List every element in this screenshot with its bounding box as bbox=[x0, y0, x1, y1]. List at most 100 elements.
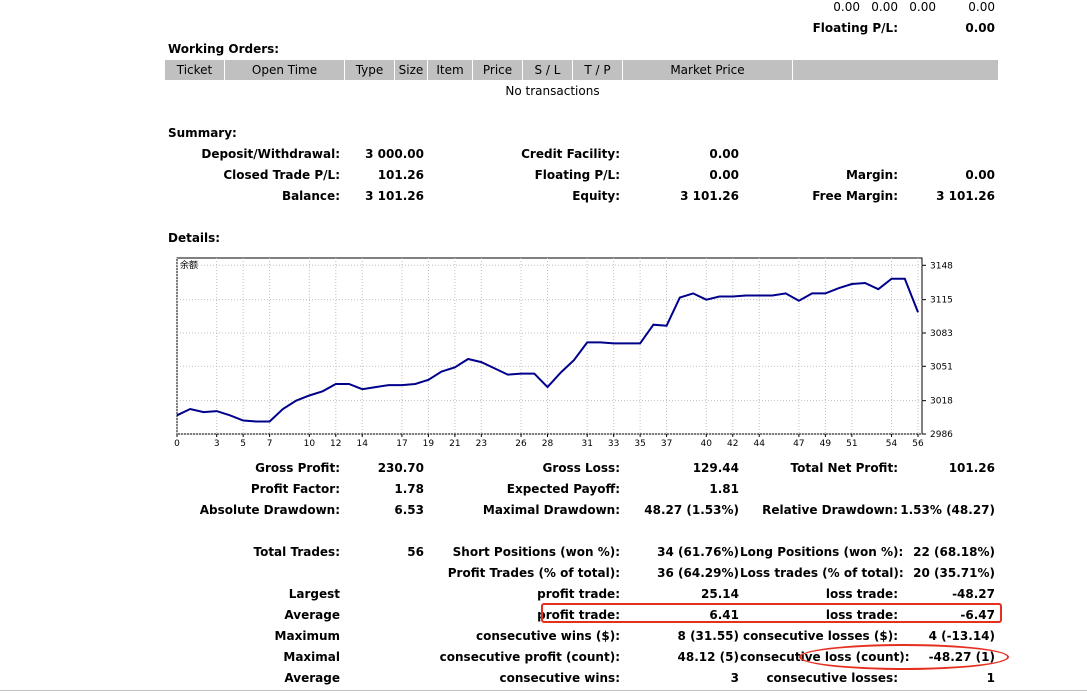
balance-value: 3 101.26 bbox=[365, 189, 424, 203]
chart-xtick-label: 14 bbox=[357, 439, 369, 449]
col-tp: T / P bbox=[573, 60, 623, 80]
max-consecutive-losses-label: consecutive losses ($): bbox=[742, 629, 898, 643]
maximal-drawdown-value: 48.27 (1.53%) bbox=[644, 503, 739, 517]
maximal-label: Maximal bbox=[283, 650, 340, 664]
summary-title: Summary: bbox=[168, 126, 237, 140]
margin-label: Margin: bbox=[845, 168, 898, 182]
maximal-profit-value: 48.12 (5) bbox=[677, 650, 739, 664]
top-value-1: 0.00 bbox=[833, 0, 860, 14]
chart-ytick-label: 3115 bbox=[930, 296, 953, 306]
maximal-drawdown-label: Maximal Drawdown: bbox=[482, 503, 620, 517]
top-floating-value: 0.00 bbox=[965, 21, 995, 35]
expected-payoff-label: Expected Payoff: bbox=[506, 482, 620, 496]
gross-profit-label: Gross Profit: bbox=[255, 461, 340, 475]
free-margin-value: 3 101.26 bbox=[936, 189, 995, 203]
loss-trades-value: 20 (35.71%) bbox=[913, 566, 995, 580]
col-item: Item bbox=[428, 60, 473, 80]
col-type: Type bbox=[345, 60, 395, 80]
chart-ytick-label: 3148 bbox=[930, 261, 953, 271]
chart-xtick-label: 3 bbox=[214, 439, 220, 449]
total-net-profit-value: 101.26 bbox=[948, 461, 995, 475]
total-trades-label: Total Trades: bbox=[253, 545, 340, 559]
closed-value: 101.26 bbox=[377, 168, 424, 182]
chart-xtick-label: 17 bbox=[396, 439, 407, 449]
chart-plot-area bbox=[176, 257, 923, 435]
deposit-label: Deposit/Withdrawal: bbox=[201, 147, 340, 161]
short-positions-label: Short Positions (won %): bbox=[452, 545, 620, 559]
col-market-price: Market Price bbox=[623, 60, 793, 80]
balance-label: Balance: bbox=[281, 189, 340, 203]
total-net-profit-label: Total Net Profit: bbox=[790, 461, 898, 475]
chart-xtick-label: 28 bbox=[542, 439, 554, 449]
working-orders-title: Working Orders: bbox=[168, 42, 280, 56]
chart-xtick-label: 35 bbox=[634, 439, 645, 449]
gross-profit-value: 230.70 bbox=[377, 461, 424, 475]
chart-ytick-label: 2986 bbox=[930, 430, 953, 440]
chart-xtick-label: 10 bbox=[304, 439, 316, 449]
long-positions-value: 22 (68.18%) bbox=[913, 545, 995, 559]
gross-loss-value: 129.44 bbox=[692, 461, 739, 475]
top-floating-label: Floating P/L: bbox=[812, 21, 898, 35]
profit-factor-value: 1.78 bbox=[394, 482, 424, 496]
avg-consecutive-wins-value: 3 bbox=[730, 671, 739, 685]
maximum-label: Maximum bbox=[274, 629, 340, 643]
max-consecutive-wins-label: consecutive wins ($): bbox=[475, 629, 620, 643]
chart-xtick-label: 56 bbox=[912, 439, 924, 449]
top-value-3: 0.00 bbox=[909, 0, 936, 14]
closed-label: Closed Trade P/L: bbox=[223, 168, 340, 182]
chart-xtick-label: 40 bbox=[701, 439, 713, 449]
profit-trades-value: 36 (64.29%) bbox=[657, 566, 739, 580]
absolute-drawdown-value: 6.53 bbox=[394, 503, 424, 517]
chart-xtick-label: 12 bbox=[330, 439, 341, 449]
details-title: Details: bbox=[168, 231, 221, 245]
col-sl: S / L bbox=[523, 60, 573, 80]
expected-payoff-value: 1.81 bbox=[709, 482, 739, 496]
col-price: Price bbox=[473, 60, 523, 80]
chart-xtick-label: 54 bbox=[886, 439, 898, 449]
loss-trades-label: Loss trades (% of total): bbox=[740, 566, 904, 580]
short-positions-value: 34 (61.76%) bbox=[657, 545, 739, 559]
summary-floating-label: Floating P/L: bbox=[534, 168, 620, 182]
chart-xtick-label: 5 bbox=[240, 439, 246, 449]
deposit-value: 3 000.00 bbox=[365, 147, 424, 161]
margin-value: 0.00 bbox=[965, 168, 995, 182]
highlight-ellipse-annotation bbox=[799, 644, 1009, 670]
col-size: Size bbox=[395, 60, 428, 80]
largest-profit-label: profit trade: bbox=[537, 587, 620, 601]
profit-factor-label: Profit Factor: bbox=[250, 482, 340, 496]
chart-xtick-label: 37 bbox=[661, 439, 672, 449]
top-value-4: 0.00 bbox=[968, 0, 995, 14]
credit-label: Credit Facility: bbox=[521, 147, 620, 161]
avg-consecutive-wins-label: consecutive wins: bbox=[499, 671, 620, 685]
summary-floating-value: 0.00 bbox=[709, 168, 739, 182]
chart-xtick-label: 33 bbox=[608, 439, 619, 449]
chart-xtick-label: 23 bbox=[476, 439, 487, 449]
chart-xtick-label: 44 bbox=[753, 439, 765, 449]
chart-xtick-label: 26 bbox=[515, 439, 527, 449]
largest-loss-value: -48.27 bbox=[952, 587, 995, 601]
balance-chart-svg: 2986301830513083311531480 3 5 7 10 12 14 17 19 21… bbox=[174, 257, 953, 449]
largest-loss-label: loss trade: bbox=[825, 587, 898, 601]
chart-xtick-label: 19 bbox=[423, 439, 435, 449]
chart-xtick-label: 42 bbox=[727, 439, 738, 449]
chart-ytick-label: 3083 bbox=[930, 329, 953, 339]
equity-value: 3 101.26 bbox=[680, 189, 739, 203]
no-transactions-text: No transactions bbox=[505, 84, 600, 98]
bottom-divider bbox=[0, 690, 1087, 691]
largest-profit-value: 25.14 bbox=[701, 587, 739, 601]
free-margin-label: Free Margin: bbox=[812, 189, 898, 203]
avg-consecutive-losses-value: 1 bbox=[986, 671, 995, 685]
gross-loss-label: Gross Loss: bbox=[542, 461, 620, 475]
chart-title: 余额 bbox=[180, 259, 198, 271]
largest-label: Largest bbox=[288, 587, 340, 601]
long-positions-label: Long Positions (won %): bbox=[740, 545, 904, 559]
max-consecutive-wins-value: 8 (31.55) bbox=[677, 629, 739, 643]
col-open-time: Open Time bbox=[225, 60, 345, 80]
equity-label: Equity: bbox=[572, 189, 620, 203]
chart-xtick-label: 21 bbox=[449, 439, 460, 449]
absolute-drawdown-label: Absolute Drawdown: bbox=[199, 503, 340, 517]
chart-xtick-label: 7 bbox=[267, 439, 273, 449]
credit-value: 0.00 bbox=[709, 147, 739, 161]
average-label: Average bbox=[284, 608, 340, 622]
chart-xtick-label: 31 bbox=[581, 439, 592, 449]
